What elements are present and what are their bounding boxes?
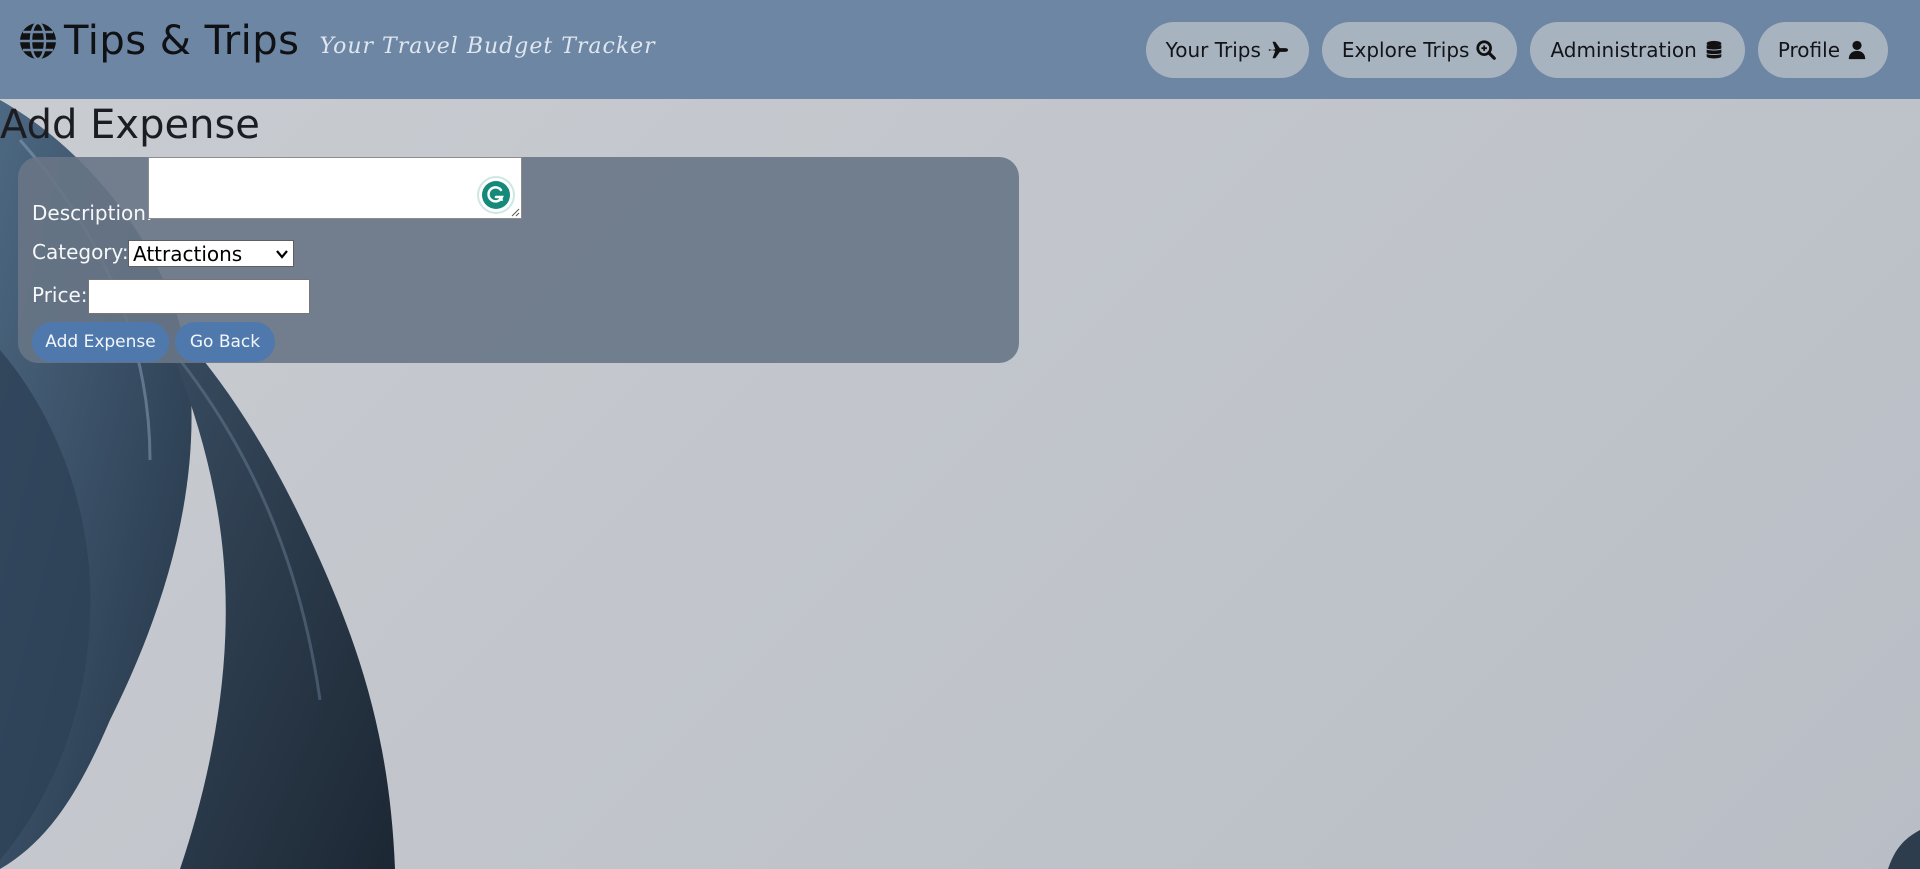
- nav-explore-trips-label: Explore Trips: [1341, 38, 1470, 62]
- plane-icon: [1268, 41, 1288, 59]
- nav-your-trips-label: Your Trips: [1165, 38, 1261, 62]
- go-back-button[interactable]: Go Back: [175, 322, 275, 362]
- background-leaf-image: [0, 100, 1920, 869]
- nav-your-trips-button[interactable]: Your Trips: [1145, 22, 1309, 78]
- category-selected-value: Attractions: [133, 241, 243, 266]
- grammarly-button[interactable]: [479, 178, 513, 212]
- database-icon: [1706, 40, 1722, 59]
- nav-profile-button[interactable]: Profile: [1757, 22, 1888, 78]
- category-label: Category:: [32, 240, 129, 264]
- add-expense-form: Description: Category: Attractions Price…: [18, 157, 1019, 363]
- description-textarea[interactable]: [148, 157, 522, 219]
- price-label: Price:: [32, 283, 88, 307]
- nav-administration-button[interactable]: Administration: [1530, 22, 1745, 78]
- top-navbar: Tips & Trips Your Travel Budget Tracker …: [0, 0, 1920, 99]
- nav-administration-label: Administration: [1550, 38, 1697, 62]
- price-input[interactable]: [88, 279, 310, 314]
- search-icon: [1476, 40, 1497, 60]
- main-nav: Your Trips Explore Trips Administration: [1145, 22, 1888, 78]
- add-expense-button[interactable]: Add Expense: [32, 322, 169, 362]
- grammarly-icon: [482, 181, 510, 209]
- brand[interactable]: Tips & Trips Your Travel Budget Tracker: [18, 18, 656, 64]
- brand-tagline: Your Travel Budget Tracker: [319, 33, 656, 59]
- globe-icon: [20, 21, 56, 61]
- category-select[interactable]: Attractions: [128, 240, 294, 267]
- description-label: Description:: [32, 201, 153, 225]
- resize-grip-icon[interactable]: [510, 207, 520, 217]
- chevron-down-icon: [276, 249, 288, 259]
- nav-profile-label: Profile: [1777, 38, 1840, 62]
- brand-title: Tips & Trips: [64, 18, 300, 64]
- user-icon: [1848, 40, 1866, 60]
- nav-explore-trips-button[interactable]: Explore Trips: [1321, 22, 1518, 78]
- page-title: Add Expense: [0, 102, 260, 148]
